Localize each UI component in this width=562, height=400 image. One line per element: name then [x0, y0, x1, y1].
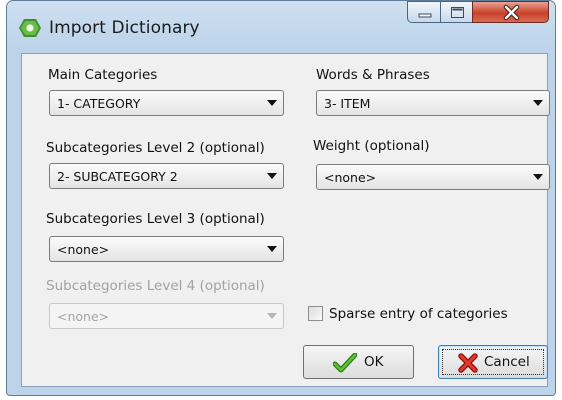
ok-button[interactable]: OK	[303, 345, 414, 379]
subcategories-level-3-dropdown[interactable]: <none>	[49, 236, 284, 262]
weight-value: <none>	[324, 170, 377, 185]
chevron-down-icon	[267, 246, 277, 252]
subcategories-level-3-value: <none>	[57, 242, 110, 257]
window-controls	[407, 1, 549, 27]
cancel-button[interactable]: Cancel	[438, 345, 548, 379]
subcategories-level-2-label: Subcategories Level 2 (optional)	[46, 140, 265, 156]
ok-button-label: OK	[364, 354, 384, 370]
words-phrases-label: Words & Phrases	[316, 67, 430, 83]
close-button[interactable]	[472, 1, 549, 23]
import-dictionary-window: Import Dictionary Main Categories 1- CAT…	[6, 0, 556, 396]
dialog-body: Main Categories 1- CATEGORY Words & Phra…	[21, 53, 550, 387]
maximize-icon	[451, 7, 464, 18]
window-title: Import Dictionary	[49, 18, 200, 38]
chevron-down-icon	[533, 174, 543, 180]
title-bar[interactable]: Import Dictionary	[7, 1, 555, 53]
subcategories-level-3-label: Subcategories Level 3 (optional)	[46, 211, 265, 227]
subcategories-level-4-label: Subcategories Level 4 (optional)	[46, 278, 265, 294]
chevron-down-icon	[267, 313, 277, 319]
weight-label: Weight (optional)	[313, 138, 430, 154]
chevron-down-icon	[267, 173, 277, 179]
subcategories-level-4-value: <none>	[57, 309, 110, 324]
x-icon	[458, 353, 478, 373]
weight-dropdown[interactable]: <none>	[316, 164, 550, 190]
main-categories-label: Main Categories	[48, 67, 158, 83]
minimize-button[interactable]	[407, 1, 441, 23]
chevron-down-icon	[267, 100, 277, 106]
cancel-button-label: Cancel	[484, 354, 530, 370]
checkmark-icon	[333, 353, 357, 373]
sparse-entry-checkbox[interactable]	[308, 306, 323, 321]
chevron-down-icon	[533, 100, 543, 106]
close-icon	[503, 4, 520, 21]
words-phrases-value: 3- ITEM	[324, 96, 371, 111]
words-phrases-dropdown[interactable]: 3- ITEM	[316, 90, 550, 116]
app-icon	[19, 19, 41, 37]
subcategories-level-2-dropdown[interactable]: 2- SUBCATEGORY 2	[49, 163, 284, 189]
minimize-icon	[418, 13, 432, 18]
sparse-entry-label[interactable]: Sparse entry of categories	[329, 306, 508, 322]
subcategories-level-2-value: 2- SUBCATEGORY 2	[57, 169, 178, 184]
maximize-button[interactable]	[440, 1, 473, 23]
main-categories-dropdown[interactable]: 1- CATEGORY	[49, 90, 284, 116]
subcategories-level-4-dropdown: <none>	[49, 303, 284, 329]
main-categories-value: 1- CATEGORY	[57, 96, 141, 111]
